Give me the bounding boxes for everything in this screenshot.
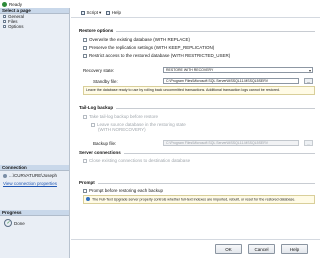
- progress-status: Done: [14, 220, 25, 226]
- page-options-label: Options: [8, 24, 24, 29]
- done-icon: ✓: [4, 219, 12, 227]
- prompt-restore-row[interactable]: Prompt before restoring each backup: [83, 188, 163, 193]
- backup-file-input[interactable]: C:\Program Files\Microsoft SQL Server\MS…: [163, 140, 299, 146]
- restore-options-title: Restore options: [79, 28, 114, 33]
- connection-user: ...\CURVATURE\Joseph: [9, 173, 58, 178]
- script-button[interactable]: Script ▾: [81, 10, 101, 16]
- fulltext-info-box: The Full-Text Upgrade server property co…: [83, 195, 315, 205]
- group-divider: [98, 182, 315, 184]
- server-connections-title: Server connections: [79, 150, 121, 155]
- recovery-state-select[interactable]: RESTORE WITH RECOVERY ▾: [163, 67, 313, 73]
- fulltext-info-text: The Full-Text Upgrade server property co…: [92, 197, 296, 202]
- take-tail-log-row[interactable]: Take tail-log backup before restore: [83, 114, 158, 119]
- norecovery-label: (WITH NORECOVERY): [98, 127, 146, 132]
- tail-log-title: Tail-Log backup: [79, 105, 114, 110]
- recovery-state-value: RESTORE WITH RECOVERY: [166, 68, 214, 72]
- overwrite-checkbox-row[interactable]: Overwrite the existing database (WITH RE…: [83, 37, 190, 42]
- help-toolbar-label: Help: [111, 10, 122, 15]
- left-pane: Select a page General Files Options Conn…: [0, 8, 70, 258]
- restrict-label: Restrict access to the restored database…: [89, 53, 231, 58]
- overwrite-label: Overwrite the existing database (WITH RE…: [89, 37, 191, 42]
- info-icon: [86, 197, 90, 201]
- preserve-label: Preserve the replication settings (WITH …: [89, 45, 215, 50]
- status-text: Ready: [9, 1, 23, 7]
- toolbar: Script ▾ Help: [71, 8, 320, 18]
- standby-file-value: C:\Program Files\Microsoft SQL Server\MS…: [166, 79, 269, 83]
- group-divider: [116, 107, 315, 109]
- status-bar: Ready: [0, 0, 320, 8]
- cancel-button[interactable]: Cancel: [248, 244, 275, 254]
- take-tail-log-checkbox[interactable]: [83, 114, 87, 119]
- standby-browse-button[interactable]: ...: [304, 78, 313, 84]
- close-connections-checkbox[interactable]: [83, 158, 87, 163]
- help-icon: [106, 10, 111, 15]
- script-icon: [81, 10, 85, 15]
- help-toolbar-button[interactable]: Help: [106, 10, 121, 15]
- prompt-restore-checkbox[interactable]: [83, 188, 87, 193]
- script-dropdown-icon: ▾: [99, 9, 102, 15]
- close-connections-row[interactable]: Close existing connections to destinatio…: [83, 158, 190, 163]
- standby-file-input[interactable]: C:\Program Files\Microsoft SQL Server\MS…: [163, 78, 299, 84]
- recovery-info-text: Leave the database ready to use by rolli…: [86, 88, 280, 92]
- dialog-button-bar: OK Cancel Help: [71, 239, 320, 258]
- script-label: Script: [86, 10, 99, 15]
- group-divider: [124, 152, 315, 154]
- take-tail-log-label: Take tail-log backup before restore: [89, 114, 159, 119]
- prompt-title: Prompt: [79, 180, 95, 185]
- overwrite-checkbox[interactable]: [83, 37, 87, 42]
- restrict-checkbox[interactable]: [83, 53, 87, 58]
- close-connections-label: Close existing connections to destinatio…: [89, 158, 191, 163]
- prompt-restore-label: Prompt before restoring each backup: [89, 188, 164, 193]
- recovery-state-label: Recovery state:: [83, 68, 115, 73]
- ok-button[interactable]: OK: [215, 244, 242, 254]
- backup-browse-button[interactable]: ...: [304, 140, 313, 146]
- backup-file-label: Backup file:: [93, 141, 117, 146]
- page-icon: [3, 15, 6, 18]
- standby-file-label: Standby file:: [93, 79, 118, 84]
- view-connection-properties-link[interactable]: View connection properties: [3, 181, 57, 186]
- restrict-checkbox-row[interactable]: Restrict access to the restored database…: [83, 53, 230, 58]
- leave-source-checkbox[interactable]: [91, 122, 95, 127]
- user-icon: [3, 173, 7, 178]
- options-panel: Restore options Overwrite the existing d…: [71, 19, 320, 239]
- preserve-checkbox-row[interactable]: Preserve the replication settings (WITH …: [83, 45, 214, 50]
- backup-file-value: C:\Program Files\Microsoft SQL Server\MS…: [166, 141, 269, 145]
- group-divider: [116, 30, 315, 32]
- ready-icon: [2, 1, 7, 7]
- help-button[interactable]: Help: [281, 244, 308, 254]
- chevron-down-icon: ▾: [308, 67, 311, 73]
- page-icon: [3, 25, 6, 28]
- recovery-info-box: Leave the database ready to use by rolli…: [83, 86, 315, 95]
- page-options[interactable]: Options: [0, 24, 69, 29]
- page-icon: [3, 20, 6, 23]
- preserve-checkbox[interactable]: [83, 45, 87, 50]
